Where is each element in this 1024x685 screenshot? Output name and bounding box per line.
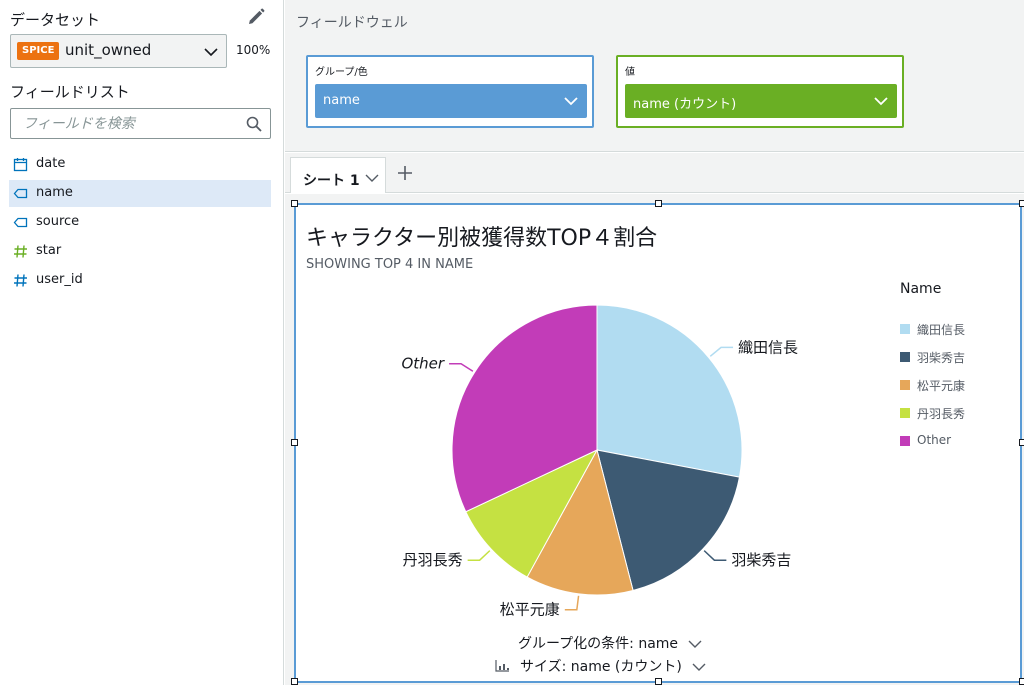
chevron-down-icon — [204, 48, 218, 57]
legend-swatch — [900, 408, 910, 418]
sidebar: データセット SPICE unit_owned 100% フィールドリスト da… — [0, 0, 284, 685]
pie-slice-0[interactable] — [596, 304, 743, 478]
dataset-title: データセット — [10, 11, 101, 29]
field-item-source[interactable]: source — [9, 209, 271, 236]
value-field-label: name (カウント) — [633, 97, 737, 112]
slice-label-3: 丹羽長秀 — [403, 551, 463, 569]
field-label: name — [36, 185, 73, 200]
dataset-percent: 100% — [236, 43, 271, 57]
slice-label-4: Other — [401, 355, 444, 373]
calendar-icon — [13, 158, 28, 172]
dataset-select[interactable]: SPICE unit_owned — [10, 34, 227, 68]
value-field-button[interactable]: name (カウント) — [625, 84, 897, 118]
field-well: フィールドウェル グループ/色 name 値 name (カウント) — [285, 0, 1024, 152]
group-color-label: グループ/色 — [315, 67, 368, 78]
legend-label: 織田信長 — [917, 323, 966, 337]
group-color-well: グループ/色 name — [306, 55, 594, 128]
search-box — [10, 108, 271, 139]
pencil-icon[interactable] — [246, 7, 266, 27]
slice-leader-line-0 — [709, 346, 734, 357]
legend-swatch — [900, 324, 910, 334]
field-item-user-id[interactable]: user_id — [9, 267, 271, 294]
sheet-tab-bar: シート 1 — [285, 153, 1024, 193]
tab-sheet-1[interactable]: シート 1 — [290, 157, 386, 193]
legend-label: Other — [917, 433, 952, 447]
legend-label: 羽柴秀吉 — [917, 351, 966, 365]
slice-leader-line-1 — [703, 550, 727, 561]
slice-label-0: 織田信長 — [738, 338, 798, 356]
slice-label-2: 松平元康 — [500, 601, 560, 619]
plus-icon[interactable] — [395, 163, 415, 183]
hash-icon — [14, 274, 27, 287]
sheet-tab-label: シート 1 — [303, 173, 360, 189]
group-field-label: name — [323, 93, 360, 108]
field-item-date[interactable]: date — [9, 151, 271, 178]
field-label: date — [36, 156, 66, 171]
slice-leader-line-4 — [449, 362, 474, 372]
legend-label: 松平元康 — [917, 379, 966, 393]
legend-label: 丹羽長秀 — [917, 407, 966, 421]
field-list-title: フィールドリスト — [10, 83, 130, 101]
slice-leader-line-3 — [467, 550, 491, 561]
legend-title: Name — [900, 281, 942, 297]
group-by-label: グループ化の条件: name — [518, 636, 679, 652]
tag-icon — [13, 188, 28, 199]
dataset-name: unit_owned — [65, 41, 152, 59]
value-well: 値 name (カウント) — [616, 55, 904, 128]
chevron-down-icon — [688, 640, 702, 648]
size-control[interactable]: サイズ: name (カウント) — [520, 656, 706, 676]
search-icon[interactable] — [246, 116, 262, 132]
value-label: 値 — [625, 67, 635, 78]
tag-icon — [13, 217, 28, 228]
chevron-down-icon — [692, 663, 706, 671]
slice-leader-line-2 — [564, 595, 580, 611]
slice-label-1: 羽柴秀吉 — [731, 551, 791, 569]
analysis-canvas: キャラクター別被獲得数TOP４割合 SHOWING TOP 4 IN NAME … — [285, 194, 1024, 685]
legend-swatch — [900, 352, 910, 362]
pie-chart-visual[interactable]: キャラクター別被獲得数TOP４割合 SHOWING TOP 4 IN NAME … — [291, 200, 1024, 685]
group-field-button[interactable]: name — [315, 84, 587, 118]
size-label: サイズ: name (カウント) — [520, 659, 682, 675]
chevron-down-icon — [564, 97, 578, 106]
legend-swatch — [900, 380, 910, 390]
field-item-star[interactable]: star — [9, 238, 271, 265]
field-well-title: フィールドウェル — [296, 15, 408, 31]
field-label: source — [36, 214, 80, 229]
spice-badge: SPICE — [17, 42, 60, 60]
legend-swatch — [900, 436, 910, 446]
field-item-name[interactable]: name — [9, 180, 271, 207]
hash-icon — [14, 245, 27, 258]
pie-chart: 織田信長羽柴秀吉松平元康 丹羽長秀 Other — [401, 304, 798, 619]
size-icon — [495, 660, 509, 672]
field-label: star — [36, 243, 62, 258]
chevron-down-icon — [874, 97, 888, 106]
field-label: user_id — [36, 272, 83, 287]
chevron-down-icon[interactable] — [365, 173, 379, 183]
search-input[interactable] — [23, 114, 243, 134]
group-by-control[interactable]: グループ化の条件: name — [518, 633, 702, 653]
